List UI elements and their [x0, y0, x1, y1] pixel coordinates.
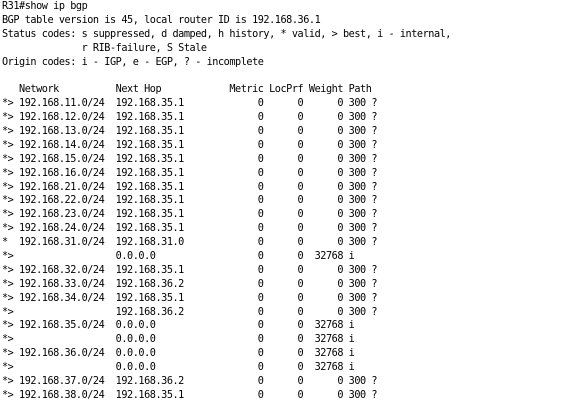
- bgp-route-row: *> 192.168.16.0/24 192.168.35.1 0 0 0 30…: [2, 167, 378, 179]
- bgp-route-row: *> 192.168.11.0/24 192.168.35.1 0 0 0 30…: [2, 98, 378, 110]
- bgp-route-row: *> 0.0.0.0 0 0 32768 i: [2, 334, 355, 346]
- bgp-route-row: *> 192.168.38.0/24 192.168.35.1 0 0 0 30…: [2, 389, 378, 401]
- bgp-route-row: *> 192.168.22.0/24 192.168.35.1 0 0 0 30…: [2, 195, 378, 207]
- terminal-window[interactable]: R31#show ip bgp BGP table version is 45,…: [0, 0, 564, 409]
- bgp-route-row: *> 192.168.36.2 0 0 0 300 ?: [2, 306, 378, 318]
- bgp-table-version-line: BGP table version is 45, local router ID…: [2, 14, 321, 26]
- bgp-route-row: *> 192.168.12.0/24 192.168.35.1 0 0 0 30…: [2, 112, 378, 124]
- bgp-route-row: *> 0.0.0.0 0 0 32768 i: [2, 251, 355, 263]
- bgp-route-row: *> 192.168.23.0/24 192.168.35.1 0 0 0 30…: [2, 209, 378, 221]
- bgp-route-row: *> 192.168.21.0/24 192.168.35.1 0 0 0 30…: [2, 181, 378, 193]
- status-codes-continued-line: r RIB-failure, S Stale: [2, 42, 207, 54]
- bgp-route-row: *> 192.168.15.0/24 192.168.35.1 0 0 0 30…: [2, 153, 378, 165]
- command-line: R31#show ip bgp: [2, 1, 88, 12]
- bgp-route-row: * 192.168.31.0/24 192.168.31.0 0 0 0 300…: [2, 237, 378, 249]
- bgp-route-row: *> 192.168.35.0/24 0.0.0.0 0 0 32768 i: [2, 320, 355, 332]
- bgp-route-row: *> 192.168.13.0/24 192.168.35.1 0 0 0 30…: [2, 126, 378, 138]
- bgp-route-row: *> 192.168.34.0/24 192.168.35.1 0 0 0 30…: [2, 292, 378, 304]
- bgp-route-row: *> 192.168.37.0/24 192.168.36.2 0 0 0 30…: [2, 376, 378, 388]
- bgp-route-row: *> 0.0.0.0 0 0 32768 i: [2, 362, 355, 374]
- bgp-route-row: *> 192.168.33.0/24 192.168.36.2 0 0 0 30…: [2, 278, 378, 290]
- bgp-route-row: *> 192.168.32.0/24 192.168.35.1 0 0 0 30…: [2, 264, 378, 276]
- status-codes-line: Status codes: s suppressed, d damped, h …: [2, 28, 451, 40]
- origin-codes-line: Origin codes: i - IGP, e - EGP, ? - inco…: [2, 56, 264, 68]
- bgp-route-row: *> 192.168.24.0/24 192.168.35.1 0 0 0 30…: [2, 223, 378, 235]
- bgp-route-row: *> 192.168.14.0/24 192.168.35.1 0 0 0 30…: [2, 139, 378, 151]
- bgp-route-row: *> 192.168.36.0/24 0.0.0.0 0 0 32768 i: [2, 348, 355, 360]
- bgp-column-header: Network Next Hop Metric LocPrf Weight Pa…: [2, 84, 372, 96]
